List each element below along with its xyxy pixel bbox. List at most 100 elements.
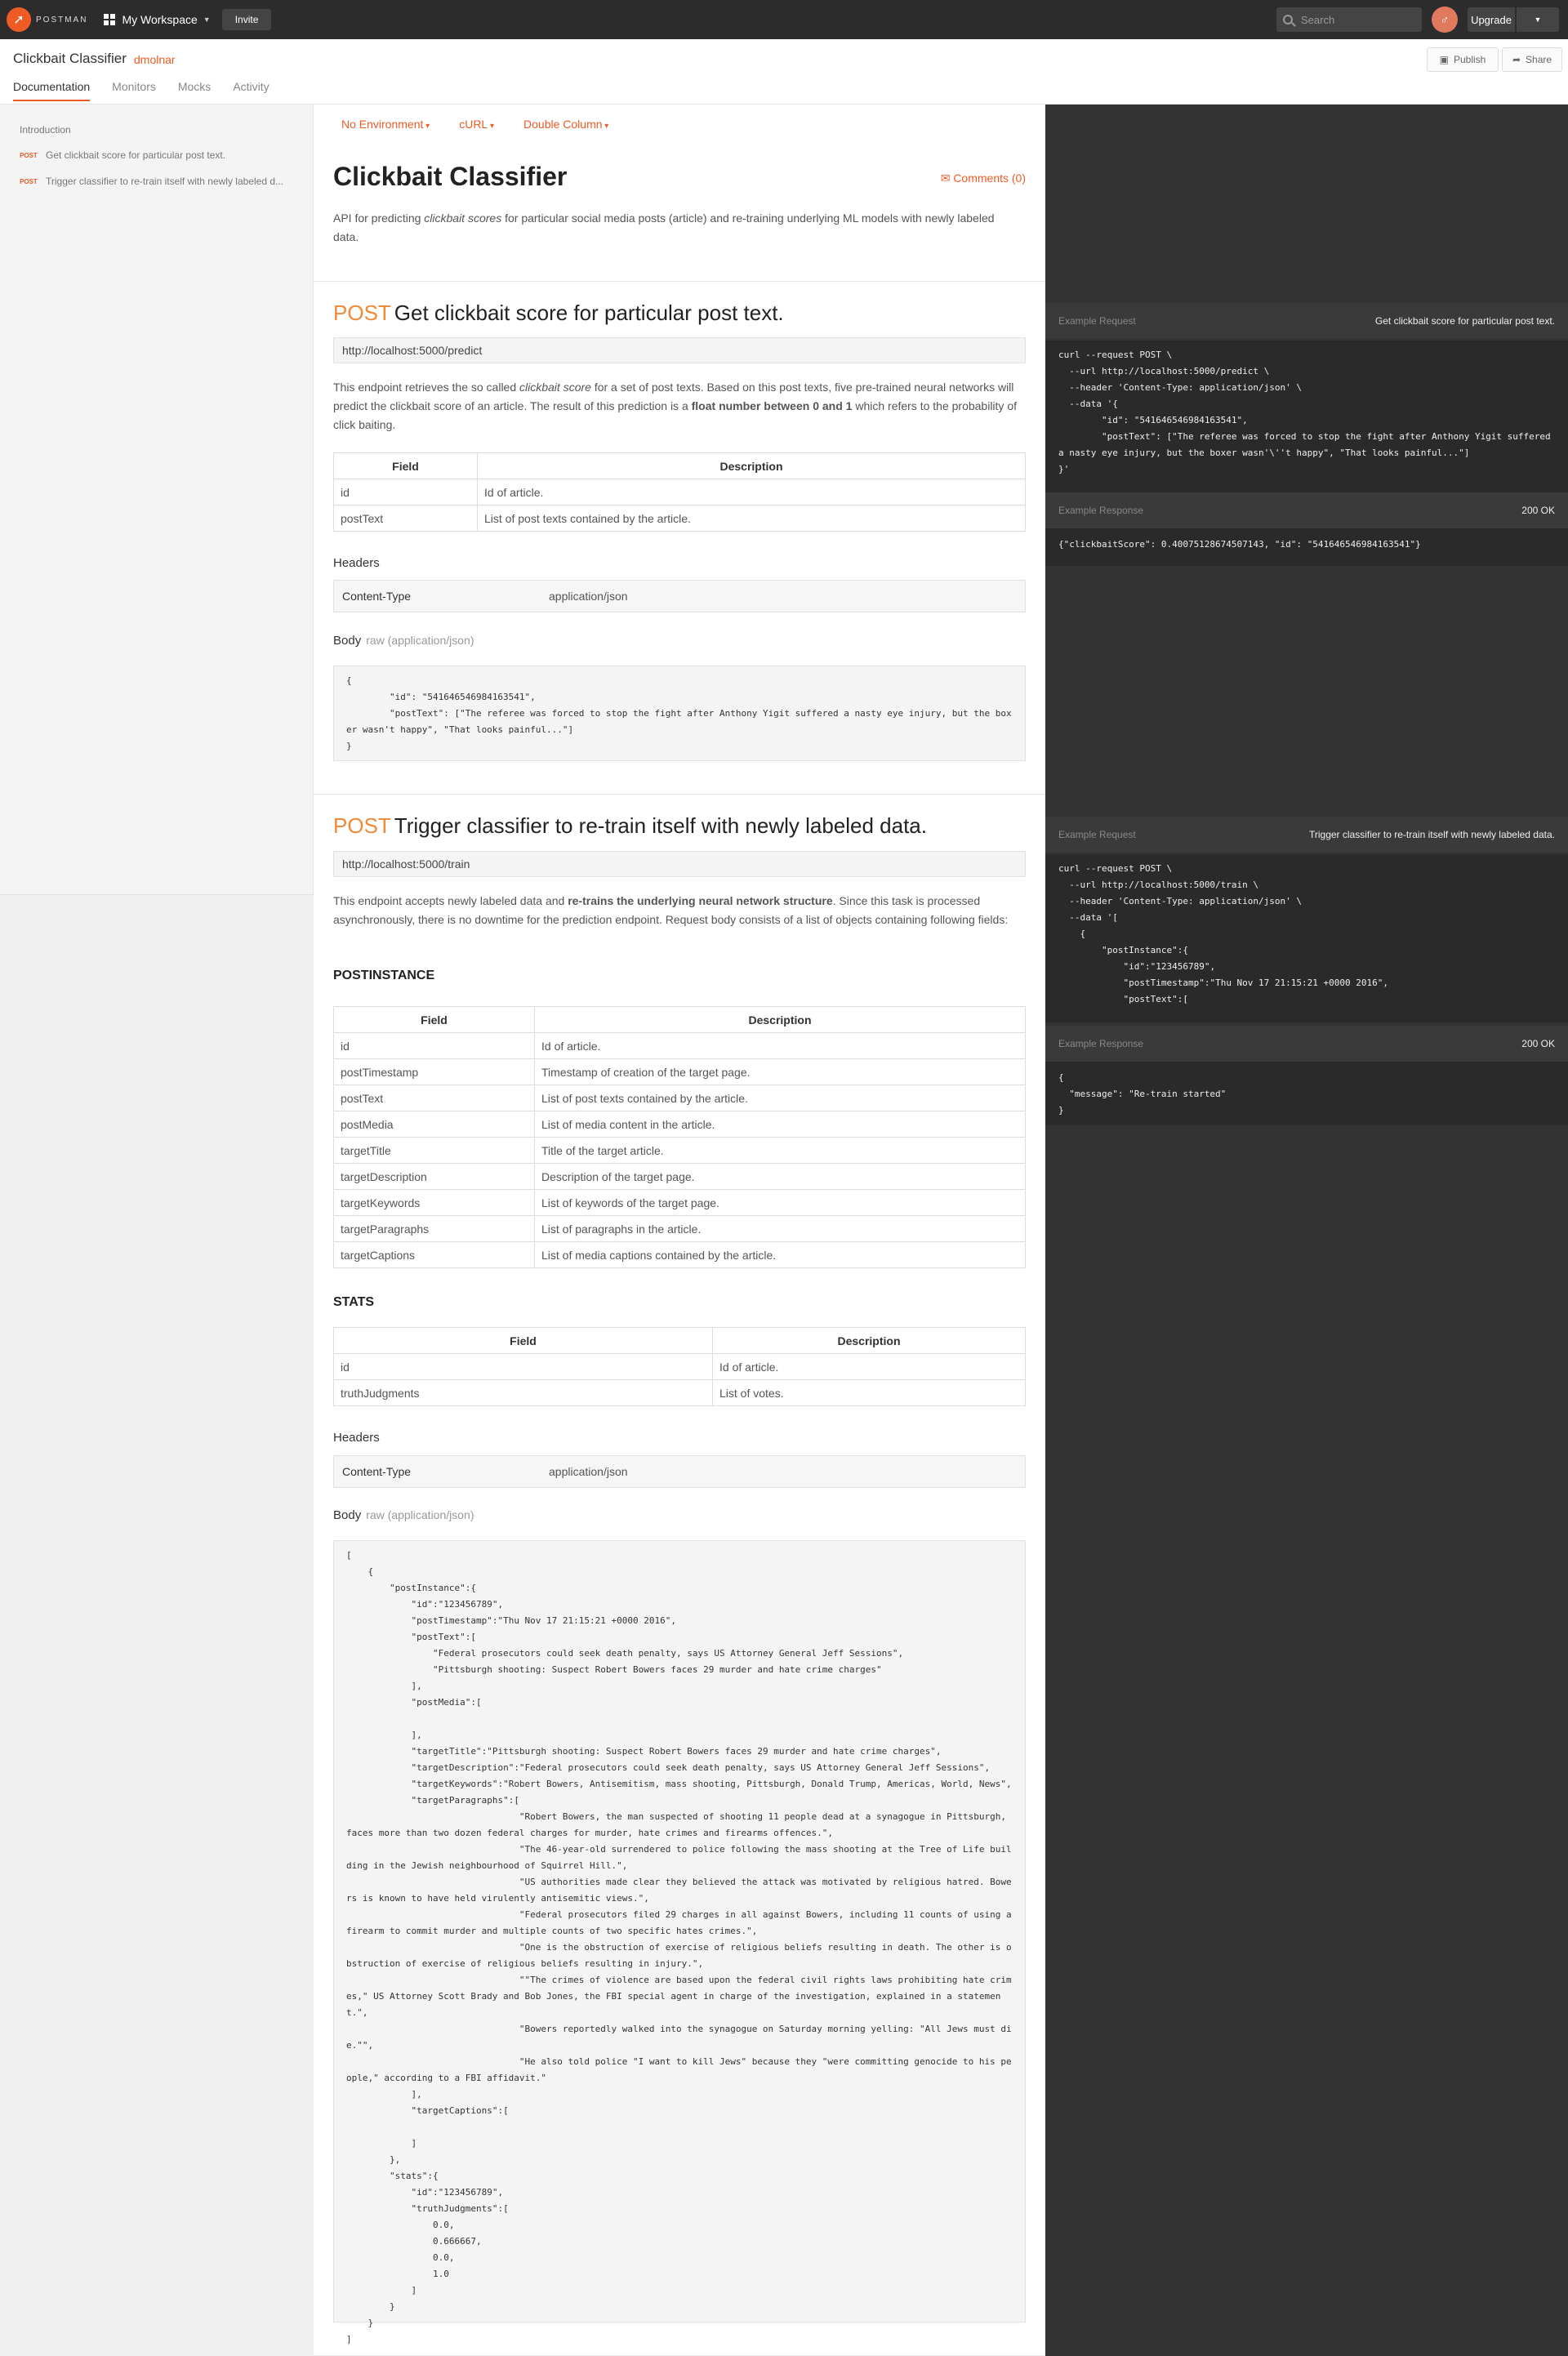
table-row: truthJudgments List of votes. <box>333 1379 1026 1406</box>
upgrade-button[interactable]: Upgrade <box>1468 7 1515 32</box>
sidebar-item-predict[interactable]: POST Get clickbait score for particular … <box>20 149 302 161</box>
workspace-switcher[interactable]: My Workspace ▼ <box>104 13 211 26</box>
cell: id <box>333 1032 535 1059</box>
desc-strong: float number between 0 and 1 <box>691 399 853 412</box>
tab-mocks[interactable]: Mocks <box>178 80 211 101</box>
endpoint-title-train: POST Trigger classifier to re-train itsel… <box>333 813 927 839</box>
header-key: Content-Type <box>342 590 412 603</box>
endpoint-url[interactable]: http://localhost:5000/train <box>333 851 1026 877</box>
example-response-label: Example Response <box>1058 1038 1144 1049</box>
response-status: 200 OK <box>1521 505 1555 516</box>
environment-dropdown[interactable]: No Environment <box>341 118 430 131</box>
upgrade-dropdown-chevron-icon[interactable]: ▼ <box>1517 7 1559 32</box>
stats-table: Field Description id Id of article. truthJ… <box>333 1327 1026 1406</box>
examples-panel: Example Request Get clickbait score for … <box>1045 105 1568 2356</box>
desc-emphasis: clickbait score <box>519 381 591 394</box>
logo-text: POSTMAN <box>36 15 88 24</box>
comments-link[interactable]: ✉ Comments (0) <box>941 171 1026 185</box>
body-type: raw (application/json) <box>366 1508 474 1521</box>
sidebar-item-label: Trigger classifier to re-train itself wi… <box>46 176 283 187</box>
cell: targetTitle <box>333 1137 535 1164</box>
example-request-label: Example Request <box>1058 315 1136 327</box>
example-request-title: Trigger classifier to re-train itself wi… <box>1308 829 1555 840</box>
cell: Id of article. <box>712 1353 1026 1380</box>
layout-dropdown[interactable]: Double Column <box>523 118 608 131</box>
sidebar-item-introduction[interactable]: Introduction <box>20 124 71 136</box>
example-request-title: Get clickbait score for particular post … <box>1374 315 1555 327</box>
intro-emphasis: clickbait scores <box>424 212 502 225</box>
body-type: raw (application/json) <box>366 634 474 647</box>
header-value: application/json <box>549 1465 628 1478</box>
cell: targetDescription <box>333 1163 535 1190</box>
language-dropdown[interactable]: cURL <box>459 118 494 131</box>
desc-strong: re-trains the underlying neural network … <box>568 894 833 907</box>
tab-bar: Documentation Monitors Mocks Activity <box>13 80 292 101</box>
column-header: Field <box>333 1327 713 1354</box>
tab-documentation[interactable]: Documentation <box>13 80 91 101</box>
cell: targetKeywords <box>333 1189 535 1216</box>
page-title: Clickbait Classifier <box>333 162 568 191</box>
cell: List of post texts contained by the arti… <box>534 1084 1026 1111</box>
workspace-name: My Workspace <box>122 13 198 26</box>
endpoint-title-predict: POST Get clickbait score for particular p… <box>333 301 784 326</box>
comments-label: Comments (0) <box>953 171 1026 185</box>
cell: postText <box>333 1084 535 1111</box>
search-input[interactable]: Search <box>1276 7 1422 32</box>
headers-box: Content-Type application/json <box>333 1455 1026 1488</box>
cell: List of keywords of the target page. <box>534 1189 1026 1216</box>
cell: List of votes. <box>712 1379 1026 1406</box>
search-placeholder: Search <box>1301 13 1335 26</box>
header-value: application/json <box>549 590 628 603</box>
method-badge: POST <box>20 151 38 159</box>
endpoint-url[interactable]: http://localhost:5000/predict <box>333 337 1026 363</box>
cell: postTimestamp <box>333 1058 535 1085</box>
cell: targetParagraphs <box>333 1215 535 1242</box>
table-row: postText List of post texts contained by … <box>333 1084 1026 1111</box>
postman-logo-icon[interactable]: ➚ <box>7 7 31 32</box>
avatar[interactable]: ♂ <box>1432 7 1458 33</box>
column-header: Field <box>333 452 478 479</box>
table-row: id Id of article. <box>333 1353 1026 1380</box>
tab-activity[interactable]: Activity <box>233 80 269 101</box>
response-status: 200 OK <box>1521 1038 1555 1049</box>
body-code-block: { "id": "541646546984163541", "postText"… <box>333 666 1026 761</box>
method-label: POST <box>333 301 391 325</box>
divider <box>314 281 1045 282</box>
publish-button[interactable]: ▣ Publish <box>1427 47 1499 72</box>
column-header: Description <box>712 1327 1026 1354</box>
tab-monitors[interactable]: Monitors <box>112 80 156 101</box>
documentation-content: No Environment cURL Double Column Clickb… <box>314 105 1045 2356</box>
cell: List of post texts contained by the arti… <box>477 505 1026 532</box>
table-row: targetParagraphs List of paragraphs in th… <box>333 1215 1026 1242</box>
docs-sidebar: Introduction POST Get clickbait score fo… <box>0 105 314 895</box>
cell: List of media content in the article. <box>534 1111 1026 1138</box>
column-header: Description <box>477 452 1026 479</box>
publish-label: Publish <box>1453 54 1486 65</box>
doc-toolbar: No Environment cURL Double Column <box>341 118 638 131</box>
headers-box: Content-Type application/json <box>333 580 1026 612</box>
example-request-code: curl --request POST \ --url http://local… <box>1045 854 1568 1022</box>
share-button[interactable]: ➦ Share <box>1502 47 1562 72</box>
header-key: Content-Type <box>342 1465 412 1478</box>
desc-text: This endpoint accepts newly labeled data… <box>333 894 568 907</box>
body-label: Body raw (application/json) <box>333 634 474 648</box>
headers-label: Headers <box>333 556 380 570</box>
body-code-block: [ { "postInstance":{ "id":"123456789", "… <box>333 1540 1026 2345</box>
example-response-code: {"clickbaitScore": 0.40075128674507143, … <box>1045 528 1568 566</box>
invite-button[interactable]: Invite <box>221 9 272 30</box>
publish-icon: ▣ <box>1439 54 1449 65</box>
postinstance-table: Field Description id Id of article. postTi… <box>333 1006 1026 1268</box>
sidebar-item-train[interactable]: POST Trigger classifier to re-train itse… <box>20 176 302 187</box>
collection-owner[interactable]: dmolnar <box>134 53 176 66</box>
example-request-label: Example Request <box>1058 829 1136 840</box>
column-header: Field <box>333 1006 535 1033</box>
endpoint-description: This endpoint accepts newly labeled data… <box>333 892 1026 929</box>
fields-table: Field Description id Id of article. postTe… <box>333 452 1026 532</box>
method-badge: POST <box>20 177 38 185</box>
table-row: targetCaptions List of media captions con… <box>333 1241 1026 1268</box>
cell: Id of article. <box>534 1032 1026 1059</box>
endpoint-name: Get clickbait score for particular post … <box>394 301 784 325</box>
cell: Title of the target article. <box>534 1137 1026 1164</box>
collection-description: API for predicting clickbait scores for … <box>333 209 1003 247</box>
cell: Id of article. <box>477 479 1026 505</box>
